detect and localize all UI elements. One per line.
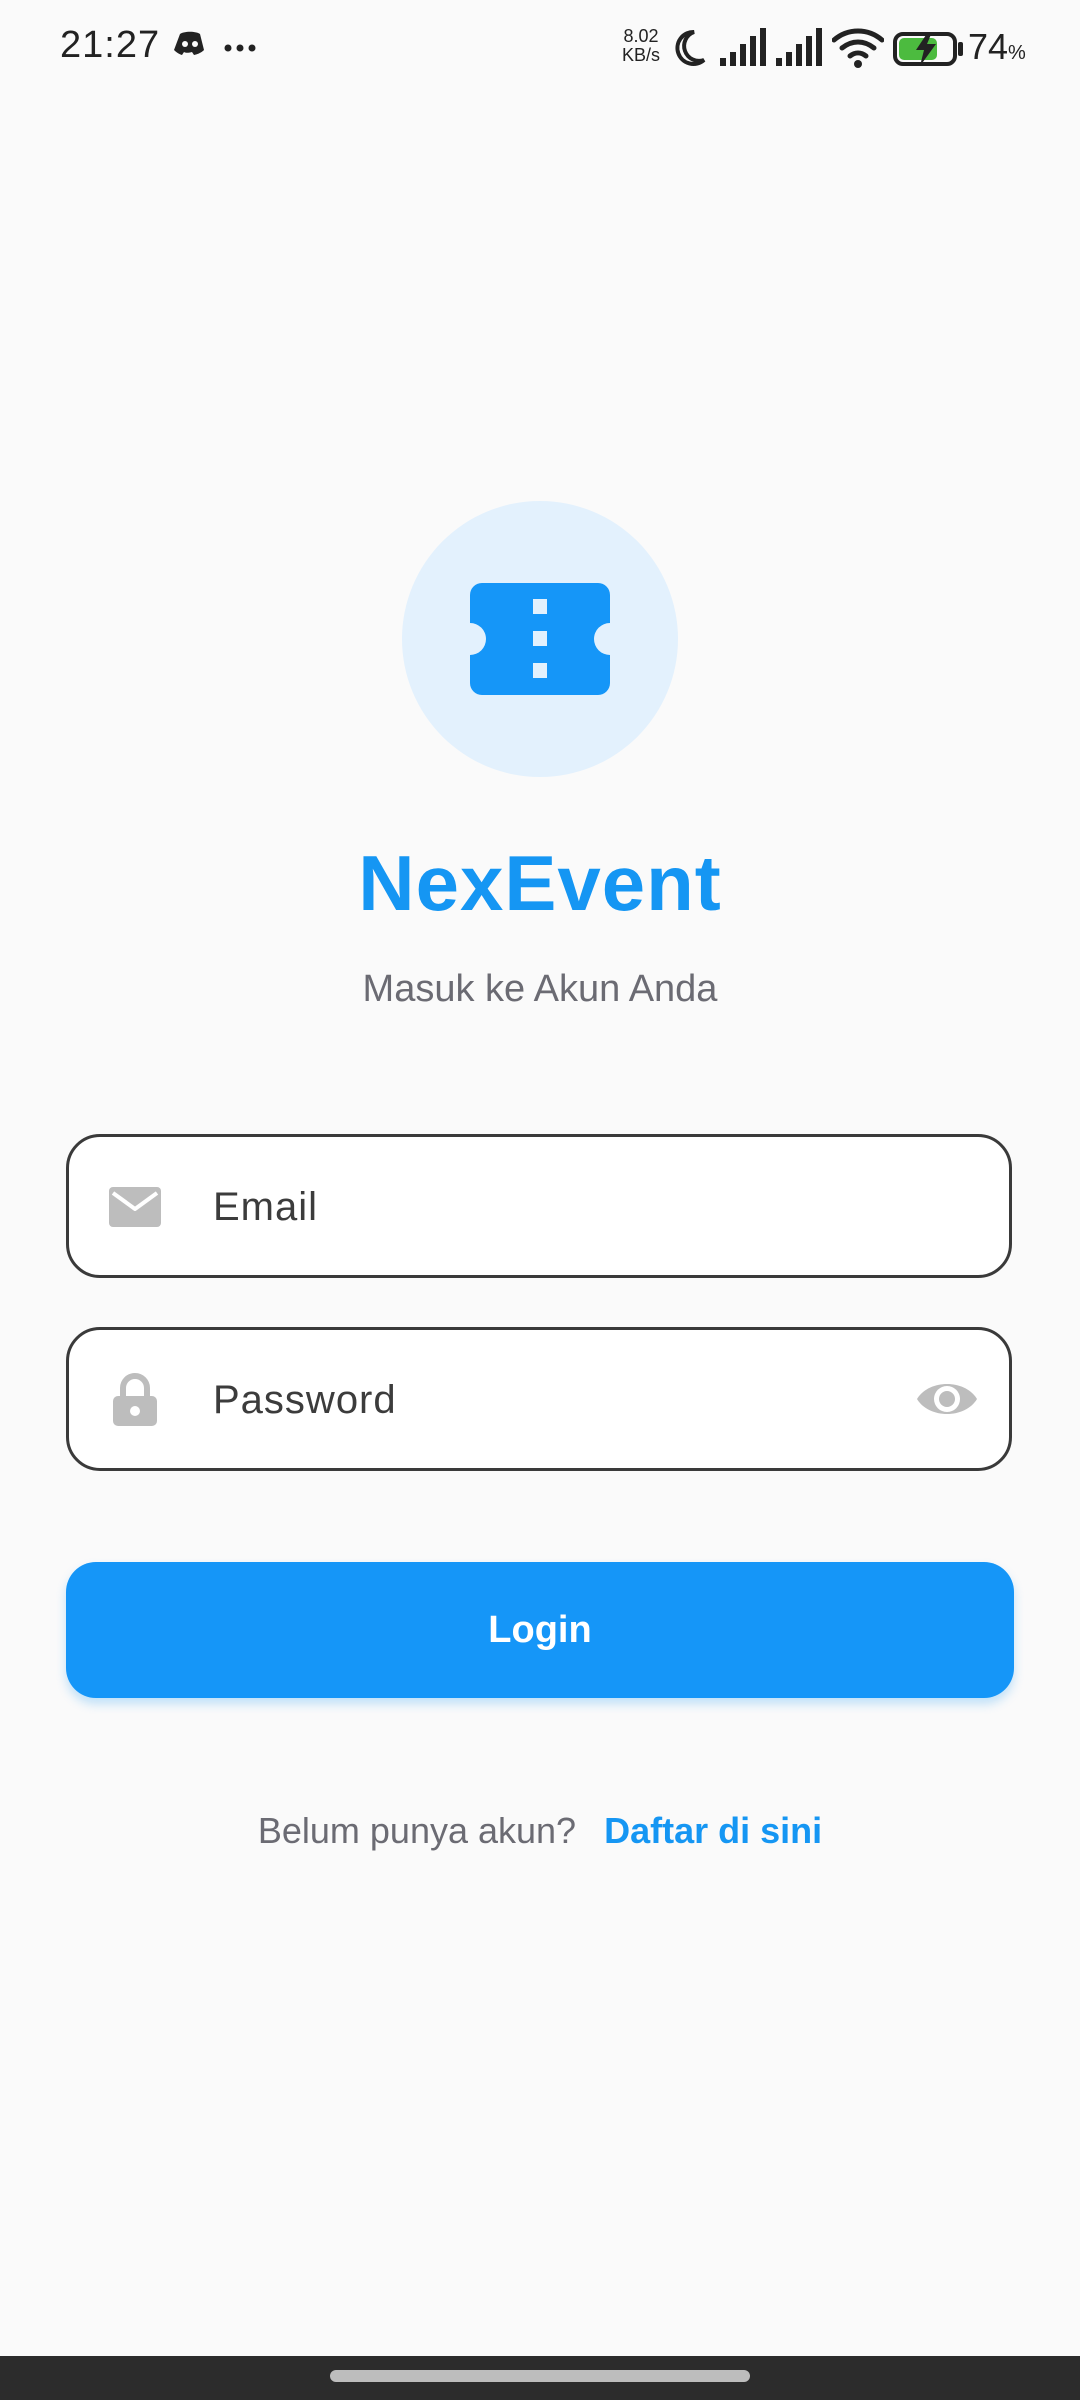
- app-title: NexEvent: [358, 839, 722, 927]
- register-prompt: Belum punya akun?: [257, 1810, 577, 1851]
- home-indicator[interactable]: [330, 2370, 750, 2382]
- signal-icon: [776, 28, 822, 66]
- email-field[interactable]: [66, 1134, 1012, 1278]
- register-row: Belum punya akun? Daftar di sini: [0, 1810, 1080, 1852]
- lock-icon: [113, 1373, 157, 1426]
- signal-icon: [720, 28, 766, 66]
- discord-icon: [174, 31, 204, 55]
- ticket-icon: [470, 583, 610, 695]
- status-bar: 21:27 8.02 KB/s 74%: [0, 0, 1080, 100]
- page-subtitle: Masuk ke Akun Anda: [362, 968, 718, 1010]
- battery-level-value: 74: [968, 26, 1009, 67]
- battery-charging-icon: [893, 32, 963, 66]
- email-input[interactable]: [211, 1137, 865, 1277]
- login-button[interactable]: Login: [66, 1562, 1014, 1698]
- more-dots-icon: [224, 44, 256, 52]
- password-field[interactable]: [66, 1327, 1012, 1471]
- navigation-bar: [0, 2356, 1080, 2400]
- password-input[interactable]: [211, 1330, 865, 1470]
- mail-icon: [109, 1187, 161, 1227]
- eye-icon[interactable]: [915, 1373, 979, 1425]
- moon-icon: [675, 29, 706, 66]
- wifi-icon: [832, 28, 884, 68]
- network-speed-unit: KB/s: [621, 45, 660, 65]
- status-time: 21:27: [60, 24, 161, 66]
- register-link[interactable]: Daftar di sini: [604, 1810, 822, 1851]
- battery-level: 74%: [968, 26, 1026, 68]
- network-speed-value: 8.02: [623, 26, 659, 46]
- battery-level-unit: %: [1008, 42, 1026, 64]
- network-speed: 8.02 KB/s: [616, 27, 666, 65]
